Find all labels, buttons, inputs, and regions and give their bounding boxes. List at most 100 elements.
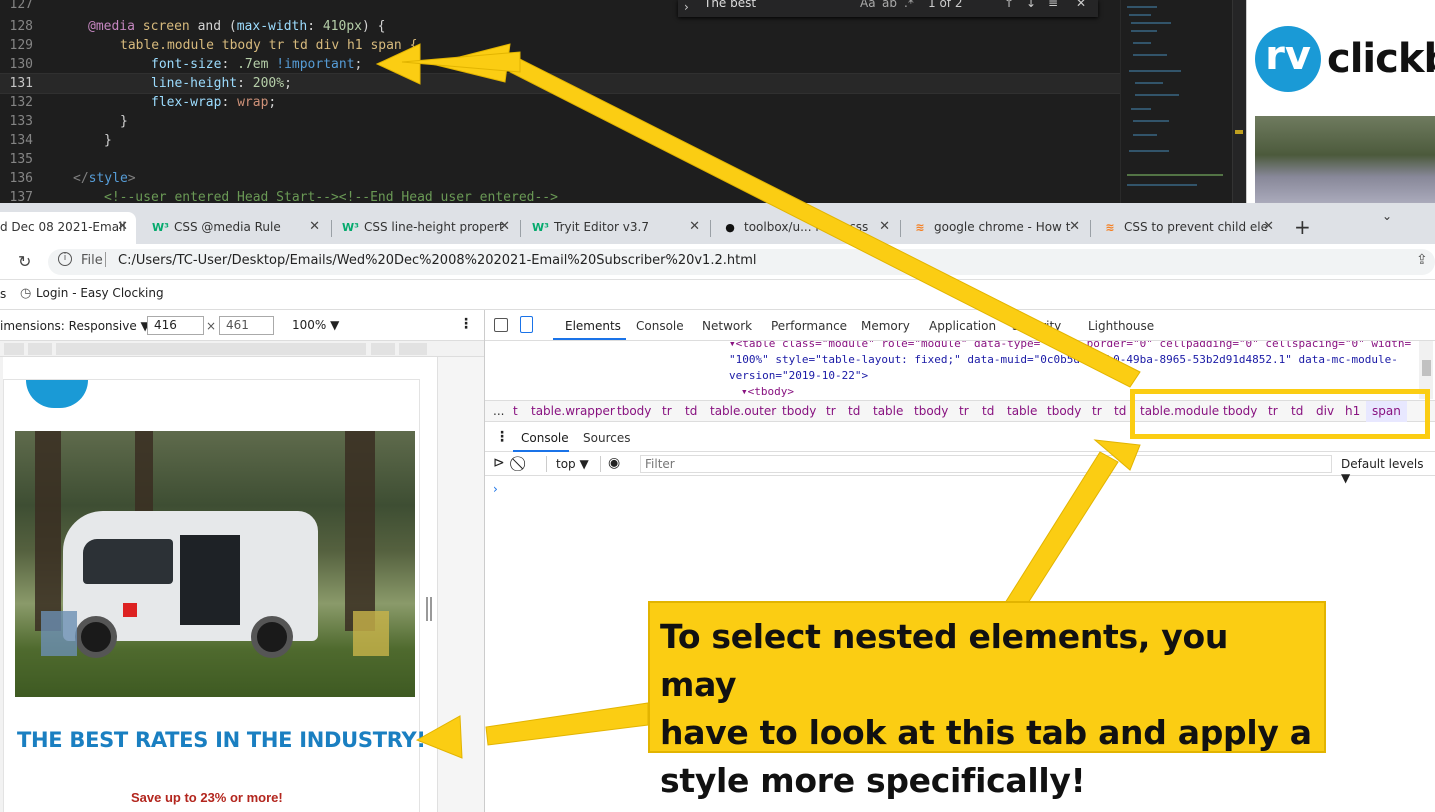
bookmark-easy-clocking[interactable]: ◷ Login - Easy Clocking <box>20 286 164 301</box>
close-tab-icon[interactable]: ✕ <box>879 212 890 242</box>
tab-console[interactable]: Console <box>636 319 684 333</box>
dom-node-line[interactable]: ▾<tbody> <box>741 384 794 400</box>
tab-search-icon[interactable]: ⌄ <box>1382 209 1392 223</box>
context-dropdown[interactable]: top ▼ <box>556 457 589 471</box>
tab-security[interactable]: Security <box>1012 319 1061 333</box>
close-tab-icon[interactable]: ✕ <box>499 212 510 242</box>
device-toggle-icon[interactable] <box>520 316 533 333</box>
tab-network[interactable]: Network <box>702 319 752 333</box>
crumb[interactable]: tr <box>959 401 969 422</box>
crumb[interactable]: tr <box>1092 401 1102 422</box>
address-bar-row: ↻ i File C:/Users/TC-User/Desktop/Emails… <box>0 244 1435 280</box>
crumb[interactable]: t <box>513 401 518 422</box>
new-tab-button[interactable]: + <box>1294 212 1311 242</box>
info-icon[interactable]: i <box>58 252 72 266</box>
crumb[interactable]: td <box>848 401 860 422</box>
crumb[interactable]: table.outer <box>710 401 776 422</box>
code-line-active: 131 line-height: 200%; <box>0 73 1121 94</box>
tab-elements[interactable]: Elements <box>565 319 621 333</box>
console-filter-input[interactable]: Filter <box>640 455 1332 473</box>
crumb[interactable]: table <box>1007 401 1037 422</box>
close-icon[interactable]: ✕ <box>1076 0 1086 10</box>
tab-css-media-rule[interactable]: W³ CSS @media Rule ✕ <box>142 212 328 244</box>
media-query-ruler[interactable] <box>0 341 484 357</box>
crumb[interactable]: td <box>982 401 994 422</box>
reload-icon[interactable]: ↻ <box>18 252 31 271</box>
close-tab-icon[interactable]: ✕ <box>309 212 320 242</box>
match-case-icon[interactable]: Aa <box>860 0 876 10</box>
code-line: 137 <!--user entered Head Start--><!--End… <box>9 190 558 203</box>
arrow-up-icon[interactable]: ↑ <box>1004 0 1014 10</box>
close-tab-icon[interactable]: ✕ <box>1263 212 1274 242</box>
dom-node-line[interactable]: version="2019-10-22"> <box>729 368 868 384</box>
tab-lighthouse[interactable]: Lighthouse <box>1088 319 1154 333</box>
crumb[interactable]: tr <box>826 401 836 422</box>
tab-tryit-editor[interactable]: W³ Tryit Editor v3.7 ✕ <box>522 212 708 244</box>
close-tab-icon[interactable]: ✕ <box>1069 212 1080 242</box>
device-height-input[interactable]: 461 <box>219 316 274 335</box>
crumb-ellipsis[interactable]: ... <box>493 401 504 422</box>
resize-handle[interactable] <box>426 597 432 621</box>
find-widget[interactable]: › The best Aa ab .* 1 of 2 ↑ ↓ ≡ ✕ <box>678 0 1098 17</box>
eye-icon[interactable]: ◉ <box>608 455 620 471</box>
drawer-menu-icon[interactable]: ⋮ <box>495 429 509 445</box>
tab-application[interactable]: Application <box>929 319 996 333</box>
whole-word-icon[interactable]: ab <box>882 0 897 10</box>
tab-stackoverflow-chrome[interactable]: ≋ google chrome - How t ✕ <box>902 212 1088 244</box>
logo-circle <box>26 380 88 408</box>
more-options-icon[interactable]: ⋮ <box>459 316 473 332</box>
dom-node-line[interactable]: "100%" style="table-layout: fixed;" data… <box>729 352 1398 368</box>
device-viewport[interactable]: THE BEST RATES IN THE INDUSTRY! Save up … <box>0 357 484 812</box>
close-tab-icon[interactable]: ✕ <box>117 212 128 242</box>
log-levels-dropdown[interactable]: Default levels ▼ <box>1341 457 1435 485</box>
device-width-input[interactable]: 416 <box>147 316 204 335</box>
code-line: 133} <box>9 114 128 129</box>
dom-node-line[interactable]: ▾<table class="module" role="module" dat… <box>729 341 1411 352</box>
zoom-dropdown[interactable]: 100% ▼ <box>292 318 339 332</box>
crumb[interactable]: tbody <box>617 401 651 422</box>
annotation-callout: To select nested elements, you may have … <box>648 601 1326 800</box>
code-editor[interactable]: 127 128 @media screen and (max-width: 410… <box>0 0 1435 203</box>
dom-scroll-thumb[interactable] <box>1422 360 1431 376</box>
crumb[interactable]: tr <box>662 401 672 422</box>
arrow-down-icon[interactable]: ↓ <box>1026 0 1036 10</box>
crumb[interactable]: tbody <box>1047 401 1081 422</box>
callout-line: have to look at this tab and apply a <box>660 713 1312 752</box>
code-line: 128 @media screen and (max-width: 410px) … <box>9 19 386 34</box>
editor-scrollbar[interactable] <box>1232 0 1246 203</box>
find-in-selection-icon[interactable]: ≡ <box>1048 0 1058 10</box>
drawer-tab-console[interactable]: Console <box>521 431 569 445</box>
find-query[interactable]: The best <box>704 0 756 10</box>
tab-email[interactable]: d Dec 08 2021-Email ✕ <box>0 212 136 244</box>
sidebar-toggle-icon[interactable]: ⊳ <box>493 455 505 471</box>
bookmarks-bar: s ◷ Login - Easy Clocking <box>0 280 1435 310</box>
tab-github-toolbox[interactable]: ● toolbox/u... rems.css ✕ <box>712 212 898 244</box>
w3schools-icon: W³ <box>532 221 549 234</box>
tab-performance[interactable]: Performance <box>771 319 847 333</box>
inspect-element-icon[interactable] <box>494 318 508 332</box>
drawer-tab-sources[interactable]: Sources <box>583 431 630 445</box>
crumb[interactable]: table <box>873 401 903 422</box>
close-tab-icon[interactable]: ✕ <box>689 212 700 242</box>
scheme-label: File <box>81 253 103 268</box>
bookmark-fragment[interactable]: s <box>0 287 6 301</box>
url-text[interactable]: C:/Users/TC-User/Desktop/Emails/Wed%20De… <box>118 253 756 268</box>
crumb[interactable]: td <box>685 401 697 422</box>
crumb[interactable]: tbody <box>914 401 948 422</box>
console-prompt[interactable]: › <box>493 482 498 496</box>
regex-icon[interactable]: .* <box>904 0 914 10</box>
dimensions-dropdown[interactable]: imensions: Responsive ▼ <box>0 319 150 333</box>
tab-memory[interactable]: Memory <box>861 319 910 333</box>
tab-stackoverflow-css[interactable]: ≋ CSS to prevent child ele ✕ <box>1092 212 1282 244</box>
tab-css-line-height[interactable]: W³ CSS line-height propert ✕ <box>332 212 518 244</box>
crumb[interactable]: td <box>1114 401 1126 422</box>
minimap[interactable] <box>1120 0 1232 203</box>
code-line: 129 table.module tbody tr td div h1 span … <box>9 38 418 53</box>
crumb[interactable]: tbody <box>782 401 816 422</box>
share-icon[interactable]: ⇪ <box>1416 252 1428 268</box>
find-result-count: 1 of 2 <box>928 0 963 10</box>
crumb[interactable]: table.wrapper <box>531 401 615 422</box>
preview-pane: rv clickb <box>1246 0 1435 203</box>
callout-line: To select nested elements, you may <box>660 617 1229 704</box>
chevron-right-icon[interactable]: › <box>684 0 689 14</box>
